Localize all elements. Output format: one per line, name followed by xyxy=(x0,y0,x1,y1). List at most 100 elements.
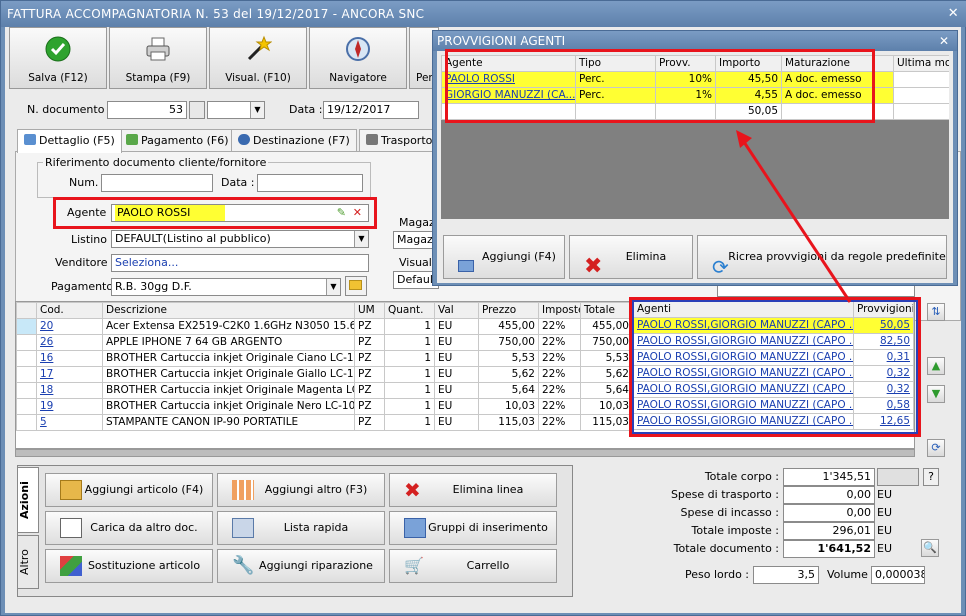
date-field[interactable]: 19/12/2017 xyxy=(323,101,419,119)
popup-delete-button[interactable]: ✖ Elimina xyxy=(569,235,693,279)
volume-label: Volume : xyxy=(827,568,876,581)
totale-imposte-field: 296,01 xyxy=(783,522,875,540)
spese-incasso-field[interactable]: 0,00 xyxy=(783,504,875,522)
volume-field[interactable]: 0,000038 xyxy=(871,566,925,584)
move-up-double-icon[interactable]: ⇅ xyxy=(927,303,945,321)
arrow-down-icon[interactable]: ▼ xyxy=(927,385,945,403)
col-prezzo[interactable]: Prezzo xyxy=(478,302,539,319)
col-descrizione[interactable]: Descrizione xyxy=(102,302,355,319)
popup-add-button[interactable]: Aggiungi (F4) xyxy=(443,235,565,279)
cell[interactable]: 19 xyxy=(36,398,103,415)
table-row[interactable]: 17 BROTHER Cartuccia inkjet Originale Gia… xyxy=(16,366,633,383)
col-totale[interactable]: Totale xyxy=(580,302,633,319)
zoom-icon[interactable]: 🔍 xyxy=(921,539,939,557)
col-quant[interactable]: Quant. xyxy=(384,302,435,319)
cell: 1 xyxy=(384,382,435,399)
cell[interactable]: 26 xyxy=(36,334,103,351)
cell[interactable]: 16 xyxy=(36,350,103,367)
navigator-button[interactable]: Navigatore xyxy=(309,27,407,89)
col-ultima-mod[interactable]: Ultima mod xyxy=(893,55,949,72)
cell[interactable]: 20 xyxy=(36,318,103,335)
listino-select[interactable]: DEFAULT(Listino al pubblico) ▼ xyxy=(111,230,369,248)
currency-label: EU xyxy=(877,524,893,537)
cell: EU xyxy=(434,350,479,367)
print-button[interactable]: Stampa (F9) xyxy=(109,27,207,89)
spese-trasporto-field[interactable]: 0,00 xyxy=(783,486,875,504)
save-button[interactable]: Salva (F12) xyxy=(9,27,107,89)
close-icon[interactable]: ✕ xyxy=(948,1,959,27)
total-corpo-field: 1'345,51 xyxy=(783,468,875,486)
arrow-up-icon[interactable]: ▲ xyxy=(927,357,945,375)
popup-title: PROVVIGIONI AGENTI xyxy=(437,34,566,48)
row-indicator[interactable] xyxy=(16,414,37,431)
row-indicator[interactable] xyxy=(16,398,37,415)
quick-list-button[interactable]: Lista rapida xyxy=(217,511,385,545)
add-article-button[interactable]: Aggiungi articolo (F4) xyxy=(45,473,213,507)
col-imposte[interactable]: Imposte xyxy=(538,302,581,319)
cell: 1 xyxy=(384,318,435,335)
printer-icon xyxy=(146,37,170,61)
col-cod[interactable]: Cod. xyxy=(36,302,103,319)
totale-documento-label: Totale documento : xyxy=(673,542,779,555)
help-button[interactable]: ? xyxy=(923,468,939,486)
rif-num-field[interactable] xyxy=(101,174,213,192)
table-row[interactable]: 5 STAMPANTE CANON IP-90 PORTATILE PZ 1 EU 115… xyxy=(16,414,633,431)
popup-recreate-button[interactable]: ⟳ Ricrea provvigioni da regole predefinit… xyxy=(697,235,947,279)
cell: BROTHER Cartuccia inkjet Originale Giall… xyxy=(102,366,355,383)
tab-destinazione[interactable]: Destinazione (F7) xyxy=(231,129,357,151)
pagamento-select[interactable]: R.B. 30gg D.F. ▼ xyxy=(111,278,341,296)
cell[interactable]: 18 xyxy=(36,382,103,399)
cell[interactable]: 5 xyxy=(36,414,103,431)
cell: 5,62 xyxy=(478,366,539,383)
row-indicator[interactable] xyxy=(16,382,37,399)
cell: 5,64 xyxy=(580,382,633,399)
side-tab-azioni[interactable]: Azioni xyxy=(17,467,39,533)
spese-trasporto-label: Spese di trasporto : xyxy=(670,488,779,501)
delete-line-button[interactable]: ✖ Elimina linea xyxy=(389,473,557,507)
cell: BROTHER Cartuccia inkjet Originale Nero … xyxy=(102,398,355,415)
col-um[interactable]: UM xyxy=(354,302,385,319)
detail-icon xyxy=(24,134,36,145)
doc-series-select[interactable]: ▼ xyxy=(207,101,265,119)
row-indicator[interactable] xyxy=(16,334,37,351)
grid-horizontal-scrollbar[interactable] xyxy=(15,449,915,457)
replace-article-button[interactable]: Sostituzione articolo xyxy=(45,549,213,583)
window-titlebar: FATTURA ACCOMPAGNATORIA N. 53 del 19/12/… xyxy=(1,1,966,27)
table-row[interactable]: 26 APPLE IPHONE 7 64 GB ARGENTO PZ 1 EU 750,0… xyxy=(16,334,633,351)
side-tab-altro[interactable]: Altro xyxy=(17,535,39,589)
cell: 5,53 xyxy=(580,350,633,367)
row-indicator[interactable] xyxy=(16,350,37,367)
add-repair-button[interactable]: 🔧 Aggiungi riparazione xyxy=(217,549,385,583)
cell[interactable]: 17 xyxy=(36,366,103,383)
table-row[interactable]: 20 Acer Extensa EX2519-C2K0 1.6GHz N3050 … xyxy=(16,318,633,335)
globe-icon xyxy=(238,134,250,145)
tab-pagamento[interactable]: Pagamento (F6) xyxy=(119,129,236,151)
row-indicator[interactable] xyxy=(16,366,37,383)
venditore-field[interactable]: Seleziona... xyxy=(111,254,369,272)
cell: 10,03 xyxy=(478,398,539,415)
doc-number-field[interactable]: 53 xyxy=(107,101,187,119)
cell: 455,00 xyxy=(478,318,539,335)
view-label: Visual. (F10) xyxy=(225,72,291,84)
tab-strip: Dettaglio (F5) Pagamento (F6) Destinazio… xyxy=(17,129,465,153)
chevron-down-icon: ▼ xyxy=(326,279,340,295)
close-icon[interactable]: ✕ xyxy=(939,31,949,51)
add-other-button[interactable]: Aggiungi altro (F3) xyxy=(217,473,385,507)
insert-groups-button[interactable]: Gruppi di inserimento xyxy=(389,511,557,545)
tab-dettaglio[interactable]: Dettaglio (F5) xyxy=(17,129,122,153)
table-row[interactable]: 16 BROTHER Cartuccia inkjet Originale Cia… xyxy=(16,350,633,367)
doc-number-spin[interactable] xyxy=(189,101,205,119)
col-val[interactable]: Val xyxy=(434,302,479,319)
table-row[interactable]: 18 BROTHER Cartuccia inkjet Originale Mag… xyxy=(16,382,633,399)
window-title: FATTURA ACCOMPAGNATORIA N. 53 del 19/12/… xyxy=(7,7,425,21)
view-button[interactable]: Visual. (F10) xyxy=(209,27,307,89)
cart-button[interactable]: 🛒 Carrello xyxy=(389,549,557,583)
agenti-blue-box xyxy=(632,300,918,434)
table-row[interactable]: 19 BROTHER Cartuccia inkjet Originale Ner… xyxy=(16,398,633,415)
folder-button[interactable] xyxy=(345,276,367,296)
load-from-doc-button[interactable]: Carica da altro doc. xyxy=(45,511,213,545)
row-indicator[interactable] xyxy=(16,318,37,335)
peso-lordo-field[interactable]: 3,5 xyxy=(753,566,819,584)
rif-data-field[interactable] xyxy=(257,174,363,192)
refresh-icon[interactable]: ⟳ xyxy=(927,439,945,457)
